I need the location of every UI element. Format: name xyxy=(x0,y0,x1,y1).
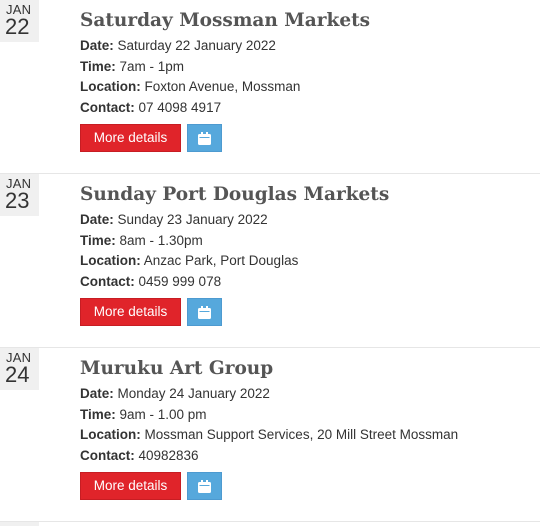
add-to-calendar-button[interactable] xyxy=(187,298,222,326)
location-value: Anzac Park, Port Douglas xyxy=(140,253,299,268)
date-day: 24 xyxy=(5,362,30,387)
event-time: Time: 8am - 1.30pm xyxy=(80,232,203,250)
date-day: 22 xyxy=(5,14,30,39)
more-details-button[interactable]: More details xyxy=(80,298,181,326)
event-title[interactable]: Sunday Port Douglas Markets xyxy=(80,183,389,207)
location-label: Location: xyxy=(80,427,141,442)
event-location: Location: Anzac Park, Port Douglas xyxy=(80,252,298,270)
location-label: Location: xyxy=(80,79,141,94)
event-item: JAN 22 Saturday Mossman Markets Date: Sa… xyxy=(0,0,544,174)
date-label: Date: xyxy=(80,212,114,227)
contact-label: Contact: xyxy=(80,100,135,115)
event-title[interactable]: Muruku Art Group xyxy=(80,357,273,381)
event-date: Date: Saturday 22 January 2022 xyxy=(80,37,276,55)
event-time: Time: 9am - 1.00 pm xyxy=(80,406,207,424)
event-contact: Contact: 0459 999 078 xyxy=(80,273,221,291)
event-contact: Contact: 40982836 xyxy=(80,447,199,465)
event-time: Time: 7am - 1pm xyxy=(80,58,184,76)
date-day: 23 xyxy=(5,188,30,213)
date-badge: JAN 24 xyxy=(0,348,39,390)
contact-label: Contact: xyxy=(80,274,135,289)
date-value: Saturday 22 January 2022 xyxy=(113,38,276,53)
event-item: JAN 23 Sunday Port Douglas Markets Date:… xyxy=(0,174,544,348)
time-label: Time: xyxy=(80,59,116,74)
calendar-icon xyxy=(198,306,211,319)
time-value: 8am - 1.30pm xyxy=(115,233,203,248)
event-contact: Contact: 07 4098 4917 xyxy=(80,99,221,117)
time-label: Time: xyxy=(80,233,116,248)
contact-value: 40982836 xyxy=(134,448,199,463)
location-value: Foxton Avenue, Mossman xyxy=(140,79,301,94)
location-value: Mossman Support Services, 20 Mill Street… xyxy=(140,427,459,442)
next-date-badge xyxy=(0,522,39,526)
event-date: Date: Monday 24 January 2022 xyxy=(80,385,270,403)
date-value: Sunday 23 January 2022 xyxy=(113,212,268,227)
divider xyxy=(0,521,540,522)
time-label: Time: xyxy=(80,407,116,422)
calendar-icon xyxy=(198,480,211,493)
contact-value: 07 4098 4917 xyxy=(134,100,222,115)
more-details-button[interactable]: More details xyxy=(80,472,181,500)
event-item: JAN 24 Muruku Art Group Date: Monday 24 … xyxy=(0,348,544,522)
calendar-icon xyxy=(198,132,211,145)
add-to-calendar-button[interactable] xyxy=(187,472,222,500)
event-location: Location: Foxton Avenue, Mossman xyxy=(80,78,300,96)
date-label: Date: xyxy=(80,38,114,53)
contact-label: Contact: xyxy=(80,448,135,463)
event-location: Location: Mossman Support Services, 20 M… xyxy=(80,426,458,444)
location-label: Location: xyxy=(80,253,141,268)
time-value: 9am - 1.00 pm xyxy=(115,407,207,422)
date-value: Monday 24 January 2022 xyxy=(113,386,270,401)
add-to-calendar-button[interactable] xyxy=(187,124,222,152)
event-title[interactable]: Saturday Mossman Markets xyxy=(80,9,370,33)
event-date: Date: Sunday 23 January 2022 xyxy=(80,211,268,229)
date-label: Date: xyxy=(80,386,114,401)
date-badge: JAN 23 xyxy=(0,174,39,216)
contact-value: 0459 999 078 xyxy=(134,274,222,289)
more-details-button[interactable]: More details xyxy=(80,124,181,152)
date-badge: JAN 22 xyxy=(0,0,39,42)
time-value: 7am - 1pm xyxy=(115,59,185,74)
